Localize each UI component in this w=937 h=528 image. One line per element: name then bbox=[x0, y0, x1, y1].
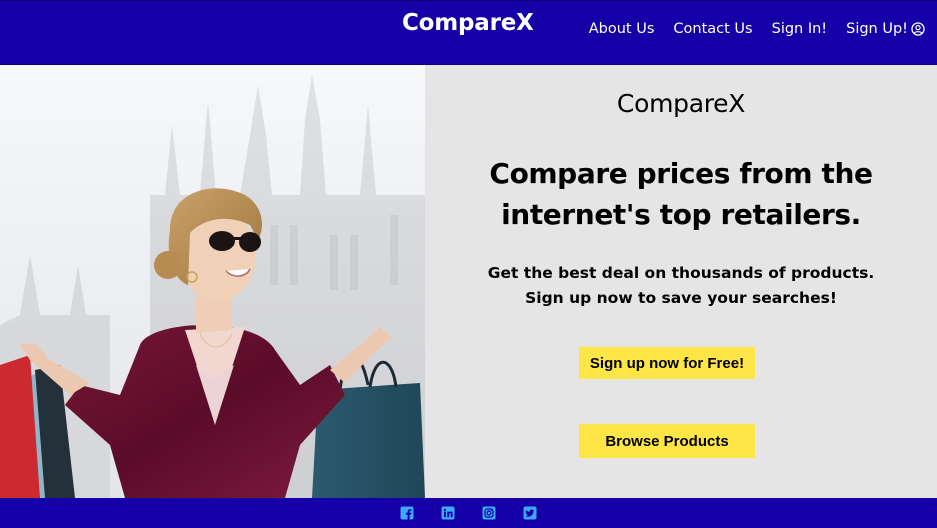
hero-subtext: Get the best deal on thousands of produc… bbox=[425, 261, 937, 311]
instagram-icon[interactable] bbox=[482, 506, 496, 520]
hero-photo-woman-shopping-bags bbox=[0, 65, 425, 498]
linkedin-icon[interactable] bbox=[441, 506, 455, 520]
nav-links: About Us Contact Us Sign In! Sign Up! bbox=[570, 21, 925, 37]
top-navbar: CompareX About Us Contact Us Sign In! Si… bbox=[0, 0, 937, 65]
nav-sign-up-label: Sign Up! bbox=[846, 21, 908, 37]
hero-headline-line-1: Compare prices from the bbox=[489, 157, 873, 190]
user-circle-icon bbox=[911, 22, 925, 36]
hero-subtext-line-1: Get the best deal on thousands of produc… bbox=[487, 264, 875, 282]
nav-about-us-link[interactable]: About Us bbox=[589, 21, 655, 37]
signup-free-button[interactable]: Sign up now for Free! bbox=[579, 347, 755, 379]
panel-brand-title: CompareX bbox=[616, 89, 746, 118]
hero-headline-line-2: internet's top retailers. bbox=[501, 198, 861, 231]
nav-contact-us-link[interactable]: Contact Us bbox=[673, 21, 752, 37]
brand-logo[interactable]: CompareX bbox=[402, 10, 534, 36]
footer bbox=[0, 498, 937, 528]
nav-about-us-label: About Us bbox=[588, 21, 655, 37]
twitter-icon[interactable] bbox=[523, 506, 537, 520]
facebook-icon[interactable] bbox=[400, 506, 414, 520]
hero-subtext-line-2: Sign up now to save your searches! bbox=[525, 289, 837, 307]
browse-products-button[interactable]: Browse Products bbox=[579, 424, 755, 458]
nav-contact-us-label: Contact Us bbox=[673, 21, 753, 37]
hero-panel: CompareX Compare prices from the interne… bbox=[425, 65, 937, 498]
nav-sign-in-label: Sign In! bbox=[771, 21, 828, 37]
hero-headline: Compare prices from the internet's top r… bbox=[425, 153, 937, 235]
nav-sign-in-link[interactable]: Sign In! bbox=[772, 21, 828, 37]
nav-sign-up-link[interactable]: Sign Up! bbox=[846, 21, 925, 37]
